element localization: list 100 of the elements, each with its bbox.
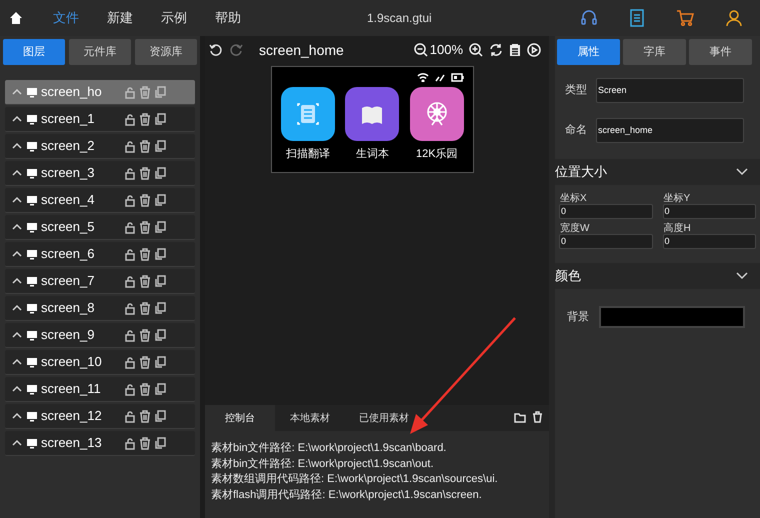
- battery-icon[interactable]: [451, 73, 465, 82]
- lock-icon[interactable]: [124, 112, 136, 126]
- trash-icon[interactable]: [139, 140, 151, 152]
- menu-item[interactable]: 帮助: [201, 8, 255, 28]
- menu-item[interactable]: 示例: [147, 8, 201, 28]
- cart-icon[interactable]: [676, 9, 694, 27]
- panel-tab[interactable]: 事件: [689, 39, 752, 65]
- copy-icon[interactable]: [154, 410, 166, 422]
- layer-row[interactable]: screen_5: [5, 215, 195, 240]
- app-icon[interactable]: [345, 87, 400, 141]
- copy-icon[interactable]: [154, 436, 166, 450]
- console-tab[interactable]: 控制台: [205, 405, 275, 431]
- caret-icon[interactable]: [11, 438, 23, 448]
- monitor-icon[interactable]: [26, 384, 38, 394]
- caret-icon[interactable]: [11, 357, 23, 367]
- copy-icon[interactable]: [154, 194, 166, 206]
- copy-icon[interactable]: [154, 140, 166, 152]
- zoom-in-icon[interactable]: [469, 43, 483, 57]
- monitor-icon[interactable]: [26, 276, 38, 286]
- lock-icon[interactable]: [124, 274, 136, 288]
- monitor-icon[interactable]: [26, 410, 38, 422]
- monitor-icon[interactable]: [26, 194, 38, 206]
- layer-row[interactable]: screen_6: [5, 242, 195, 267]
- trash-icon[interactable]: [139, 112, 151, 126]
- monitor-icon[interactable]: [26, 140, 38, 152]
- trash-icon[interactable]: [139, 410, 151, 422]
- number-field[interactable]: 0: [559, 234, 652, 249]
- lock-icon[interactable]: [124, 194, 136, 206]
- trash-icon[interactable]: [139, 274, 151, 288]
- caret-icon[interactable]: [11, 303, 23, 313]
- panel-tab[interactable]: 元件库: [69, 39, 131, 65]
- layer-row[interactable]: screen_12: [5, 404, 195, 429]
- caret-icon[interactable]: [11, 330, 23, 340]
- layer-row[interactable]: screen_1: [5, 107, 195, 132]
- app-icon[interactable]: [410, 87, 464, 141]
- lock-icon[interactable]: [124, 248, 136, 260]
- trash-icon[interactable]: [139, 194, 151, 206]
- caret-icon[interactable]: [11, 249, 23, 259]
- caret-icon[interactable]: [11, 195, 23, 205]
- monitor-icon[interactable]: [26, 248, 38, 260]
- app-icon[interactable]: [281, 87, 336, 141]
- caret-icon[interactable]: [11, 168, 23, 178]
- lock-icon[interactable]: [124, 356, 136, 368]
- copy-icon[interactable]: [154, 302, 166, 314]
- copy-icon[interactable]: [154, 274, 166, 288]
- copy-icon[interactable]: [154, 166, 166, 180]
- copy-icon[interactable]: [154, 220, 166, 234]
- layer-row[interactable]: screen_2: [5, 134, 195, 159]
- play-icon[interactable]: [527, 43, 541, 57]
- layer-row[interactable]: screen_11: [5, 377, 195, 402]
- trash-icon[interactable]: [139, 166, 151, 180]
- caret-icon[interactable]: [11, 411, 23, 421]
- panel-tab[interactable]: 资源库: [135, 39, 197, 65]
- caret-icon[interactable]: [11, 141, 23, 151]
- text-field[interactable]: screen_home: [596, 118, 744, 143]
- color-swatch[interactable]: [599, 306, 745, 328]
- text-field[interactable]: Screen: [596, 78, 744, 103]
- console-tab[interactable]: 已使用素材: [345, 405, 423, 431]
- zoom-out-icon[interactable]: [414, 43, 428, 57]
- copy-icon[interactable]: [154, 112, 166, 126]
- trash-icon[interactable]: [139, 436, 151, 450]
- monitor-icon[interactable]: [26, 168, 38, 178]
- caret-icon[interactable]: [11, 222, 23, 232]
- trash-icon[interactable]: [139, 328, 151, 342]
- chevron-icon[interactable]: [736, 168, 748, 176]
- panel-tab[interactable]: 字库: [623, 39, 686, 65]
- monitor-icon[interactable]: [26, 438, 38, 448]
- lock-icon[interactable]: [124, 220, 136, 234]
- monitor-icon[interactable]: [26, 114, 38, 124]
- menu-item[interactable]: 文件: [39, 8, 93, 28]
- chevron-icon[interactable]: [736, 272, 748, 280]
- lock-icon[interactable]: [124, 382, 136, 396]
- lock-icon[interactable]: [124, 436, 136, 450]
- layer-row[interactable]: screen_9: [5, 323, 195, 348]
- trash-icon[interactable]: [532, 411, 543, 423]
- layer-row[interactable]: screen_3: [5, 161, 195, 186]
- section-header[interactable]: 颜色: [555, 263, 760, 289]
- caret-icon[interactable]: [11, 276, 23, 286]
- number-field[interactable]: 0: [662, 234, 756, 249]
- copy-icon[interactable]: [154, 248, 166, 260]
- home-icon[interactable]: [9, 11, 23, 25]
- console-tab[interactable]: 本地素材: [275, 405, 345, 431]
- undo-icon[interactable]: [209, 43, 223, 57]
- panel-tab[interactable]: 属性: [557, 39, 620, 65]
- folder-icon[interactable]: [514, 412, 526, 423]
- layer-row[interactable]: screen_8: [5, 296, 195, 321]
- trash-icon[interactable]: [139, 382, 151, 396]
- wifi-icon[interactable]: [417, 73, 429, 82]
- number-field[interactable]: 0: [662, 204, 756, 219]
- section-header[interactable]: 位置大小: [555, 159, 760, 185]
- layer-row[interactable]: screen_7: [5, 269, 195, 294]
- clipboard-icon[interactable]: [509, 43, 521, 57]
- trash-icon[interactable]: [139, 220, 151, 234]
- monitor-icon[interactable]: [26, 356, 38, 368]
- monitor-icon[interactable]: [26, 222, 38, 232]
- layer-row[interactable]: screen_10: [5, 350, 195, 375]
- user-icon[interactable]: [725, 9, 743, 27]
- panel-tab[interactable]: 图层: [3, 39, 65, 65]
- refresh-icon[interactable]: [489, 43, 503, 57]
- copy-icon[interactable]: [154, 356, 166, 368]
